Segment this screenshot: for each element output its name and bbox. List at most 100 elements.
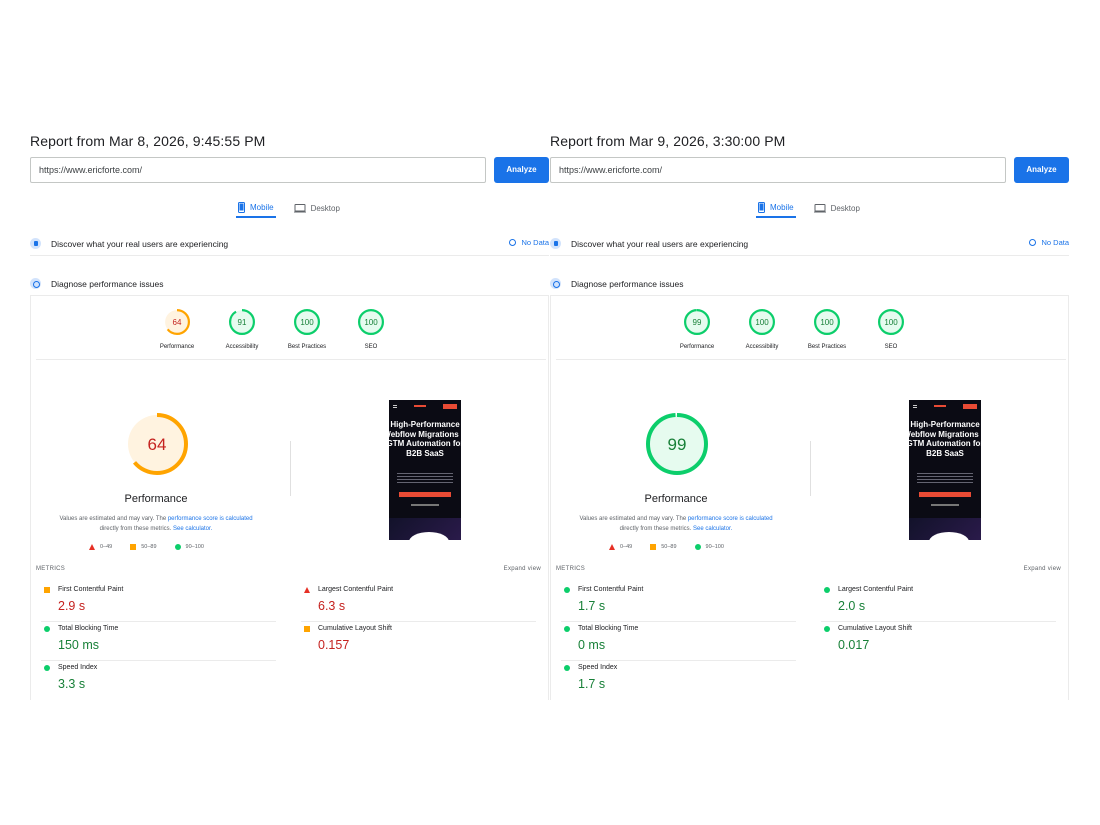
metric-value: 1.7 s [578,599,606,613]
note-text: directly from these metrics. [99,526,172,532]
no-data: No Data [509,238,549,247]
tab-desktop[interactable]: Desktop [292,198,342,218]
metric-value: 3.3 s [58,677,86,691]
circle-icon [824,587,830,593]
screenshot-nav [393,403,457,409]
discover-section[interactable]: Discover what your real users are experi… [550,232,1069,256]
screenshot-cta [399,492,451,497]
menu-icon [913,404,917,408]
users-icon [550,238,561,249]
diagnose-icon [30,278,41,289]
legend-average: 50–89 [650,544,677,550]
gauge-label: Performance [159,344,195,350]
score-gauge-seo[interactable]: 100 SEO [861,308,921,350]
divider [810,441,811,496]
square-icon [304,626,310,632]
calculator-link[interactable]: See calculator. [173,526,212,532]
gauge-ring: 91 [229,309,255,335]
url-input[interactable]: https://www.ericforte.com/ [550,157,1006,183]
metric-value: 6.3 s [318,599,346,613]
screenshot-body [917,473,973,485]
gauge-label: SEO [884,344,898,350]
legend-pass: 90–100 [694,544,724,550]
gauge-ring: 100 [878,309,904,335]
tab-label: Mobile [770,202,794,212]
page-screenshot: High-Performance Webflow Migrations & GT… [389,400,461,540]
gauge-label: SEO [364,344,378,350]
discover-label: Discover what your real users are experi… [571,238,749,249]
report-panel: Report from Mar 9, 2026, 3:30:00 PM http… [550,0,1090,825]
metric-value: 0 ms [578,638,606,652]
metric-cumulative-layout-shift: Cumulative Layout Shift 0.157 [296,625,536,661]
gauge-score: 100 [364,318,378,327]
score-gauge-performance[interactable]: 64 Performance [147,308,207,350]
info-icon [1029,239,1037,246]
screenshot-sub [931,504,959,506]
tab-mobile[interactable]: Mobile [236,198,276,218]
gauge-ring: 100 [749,309,775,335]
divider [41,660,276,661]
performance-note: Values are estimated and may vary. The p… [571,514,781,534]
legend-label: 50–89 [661,544,677,550]
metric-cumulative-layout-shift: Cumulative Layout Shift 0.017 [816,625,1056,661]
screenshot-headline: High-Performance Webflow Migrations & GT… [909,420,981,458]
tab-desktop[interactable]: Desktop [812,198,862,218]
tab-mobile[interactable]: Mobile [756,198,796,218]
gauge-label: Best Practices [807,344,847,350]
metric-value: 0.157 [318,638,350,652]
metrics-header: METRICS Expand view [556,566,1061,572]
divider [821,621,1056,622]
score-legend: 0–49 50–89 90–100 [89,544,204,550]
score-gauges: 99 Performance 100 Accessibility 100 Best Pra… [551,308,1070,358]
score-gauge-best-practices[interactable]: 100 Best Practices [797,308,857,350]
metric-name: Cumulative Layout Shift [838,625,912,632]
score-gauge-seo[interactable]: 100 SEO [341,308,401,350]
calculator-link[interactable]: See calculator. [693,526,732,532]
metric-name: Largest Contentful Paint [838,586,914,593]
gauge-score: 64 [173,318,182,327]
metrics-label: METRICS [556,566,586,572]
no-data-label: No Data [521,238,549,247]
report-title: Report from Mar 9, 2026, 3:30:00 PM [550,133,786,149]
legend-label: 90–100 [705,544,724,550]
diagnose-section: Diagnose performance issues [550,272,1069,296]
discover-section[interactable]: Discover what your real users are experi… [30,232,549,256]
score-calc-link[interactable]: performance score is calculated [688,516,773,522]
metric-name: First Contentful Paint [58,586,124,593]
gauge-label: Best Practices [287,344,327,350]
scores-panel: 99 Performance 100 Accessibility 100 Best Pra… [550,296,1069,700]
discover-label: Discover what your real users are experi… [51,238,229,249]
score-gauge-performance[interactable]: 99 Performance [667,308,727,350]
legend-pass: 90–100 [174,544,204,550]
divider [301,621,536,622]
screenshot-nav [913,403,977,409]
legend-average: 50–89 [130,544,157,550]
metric-value: 0.017 [838,638,870,652]
performance-title: Performance [644,493,708,505]
performance-gauge: 64 [126,413,188,475]
expand-view-link[interactable]: Expand view [504,566,541,572]
metric-name: Cumulative Layout Shift [318,625,392,632]
url-input[interactable]: https://www.ericforte.com/ [30,157,486,183]
analyze-button[interactable]: Analyze [1014,157,1069,183]
triangle-icon [609,544,615,550]
circle-icon [564,665,570,671]
analyze-button[interactable]: Analyze [494,157,549,183]
gauge-score: 99 [693,318,702,327]
score-gauge-accessibility[interactable]: 100 Accessibility [732,308,792,350]
gauge-ring: 99 [684,309,710,335]
circle-icon [44,665,50,671]
expand-view-link[interactable]: Expand view [1024,566,1061,572]
score-gauge-accessibility[interactable]: 91 Accessibility [212,308,272,350]
triangle-icon [89,544,95,550]
tab-label: Desktop [310,203,340,213]
metric-name: Total Blocking Time [578,625,639,632]
logo [934,405,946,407]
score-gauge-best-practices[interactable]: 100 Best Practices [277,308,337,350]
metric-name: First Contentful Paint [578,586,644,593]
screenshot-sub [411,504,439,506]
score-legend: 0–49 50–89 90–100 [609,544,724,550]
gauge-score: 64 [148,435,167,454]
note-text: Values are estimated and may vary. The [59,516,167,522]
score-calc-link[interactable]: performance score is calculated [168,516,253,522]
